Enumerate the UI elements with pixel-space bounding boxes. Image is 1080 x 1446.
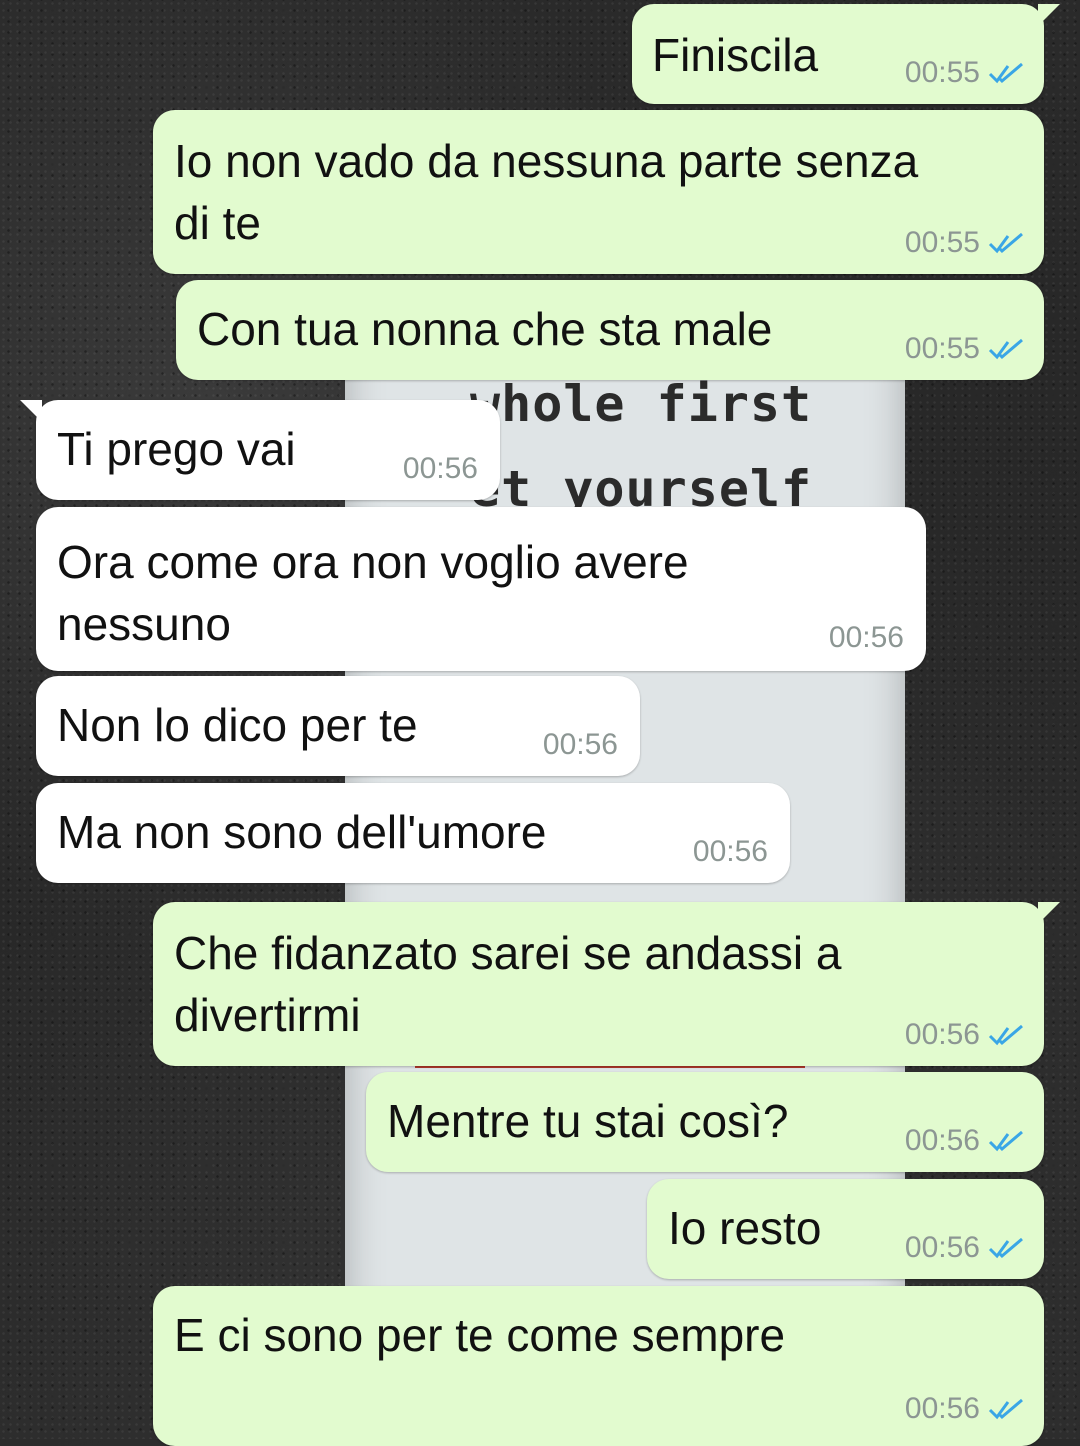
- message-meta: 00:56: [829, 621, 904, 655]
- read-double-check-icon: [988, 232, 1023, 254]
- message-time: 00:55: [904, 56, 980, 89]
- message-meta: 00:55: [905, 332, 1026, 366]
- message-meta: 00:56: [905, 1124, 1026, 1158]
- message-bubble-outgoing[interactable]: Io resto 00:56: [647, 1179, 1044, 1279]
- message-meta: 00:55: [905, 56, 1026, 90]
- read-double-check-icon: [988, 1024, 1023, 1046]
- message-bubble-outgoing[interactable]: Con tua nonna che sta male 00:55: [176, 280, 1044, 380]
- message-text: divertirmi: [174, 989, 361, 1041]
- bubble-tail: [20, 400, 42, 422]
- message-time: 00:56: [542, 728, 618, 761]
- message-text: Ora come ora non voglio avere: [57, 536, 689, 588]
- message-time: 00:55: [904, 332, 980, 365]
- message-time: 00:56: [692, 835, 768, 868]
- message-text: Finiscila: [652, 29, 819, 81]
- message-text: Io non vado da nessuna parte senza: [174, 135, 919, 187]
- message-text: E ci sono per te come sempre: [174, 1309, 786, 1361]
- message-meta: 00:56: [693, 835, 768, 869]
- message-text: Io resto: [668, 1202, 822, 1254]
- message-meta: 00:56: [543, 728, 618, 762]
- bubble-tail: [1038, 4, 1060, 26]
- message-time: 00:56: [828, 621, 904, 654]
- message-text: Che fidanzato sarei se andassi a: [174, 927, 842, 979]
- message-bubble-incoming[interactable]: Ti prego vai 00:56: [20, 400, 500, 500]
- message-time: 00:55: [904, 226, 980, 259]
- message-text: Ma non sono dell'umore: [57, 806, 547, 858]
- bubble-tail: [1038, 902, 1060, 924]
- message-text: di te: [174, 197, 261, 249]
- message-meta: 00:56: [905, 1392, 1026, 1426]
- message-bubble-incoming[interactable]: Non lo dico per te 00:56: [36, 676, 640, 776]
- message-meta: 00:55: [905, 226, 1026, 260]
- read-double-check-icon: [988, 62, 1023, 84]
- message-meta: 00:56: [403, 452, 478, 486]
- message-bubble-outgoing[interactable]: Che fidanzato sarei se andassi a diverti…: [153, 902, 1060, 1066]
- poster-text-line-1: whole first: [470, 375, 813, 433]
- message-time: 00:56: [904, 1392, 980, 1425]
- read-double-check-icon: [988, 338, 1023, 360]
- message-meta: 00:56: [905, 1018, 1026, 1052]
- message-bubble-outgoing[interactable]: Finiscila 00:55: [632, 4, 1060, 104]
- read-double-check-icon: [988, 1237, 1023, 1259]
- message-time: 00:56: [904, 1018, 980, 1051]
- message-text: Non lo dico per te: [57, 699, 418, 751]
- message-text: nessuno: [57, 598, 231, 650]
- message-text: Mentre tu stai così?: [387, 1095, 789, 1147]
- message-text: Con tua nonna che sta male: [197, 303, 773, 355]
- message-time: 00:56: [402, 452, 478, 485]
- message-bubble-outgoing[interactable]: Io non vado da nessuna parte senza di te…: [153, 110, 1044, 274]
- read-double-check-icon: [988, 1130, 1023, 1152]
- message-bubble-incoming[interactable]: Ma non sono dell'umore 00:56: [36, 783, 790, 883]
- message-bubble-outgoing[interactable]: E ci sono per te come sempre 00:56: [153, 1286, 1044, 1446]
- message-time: 00:56: [904, 1124, 980, 1157]
- message-text: Ti prego vai: [57, 423, 296, 475]
- message-bubble-outgoing[interactable]: Mentre tu stai così? 00:56: [366, 1072, 1044, 1172]
- message-meta: 00:56: [905, 1231, 1026, 1265]
- message-time: 00:56: [904, 1231, 980, 1264]
- read-double-check-icon: [988, 1398, 1023, 1420]
- message-bubble-incoming[interactable]: Ora come ora non voglio avere nessuno 00…: [36, 507, 926, 671]
